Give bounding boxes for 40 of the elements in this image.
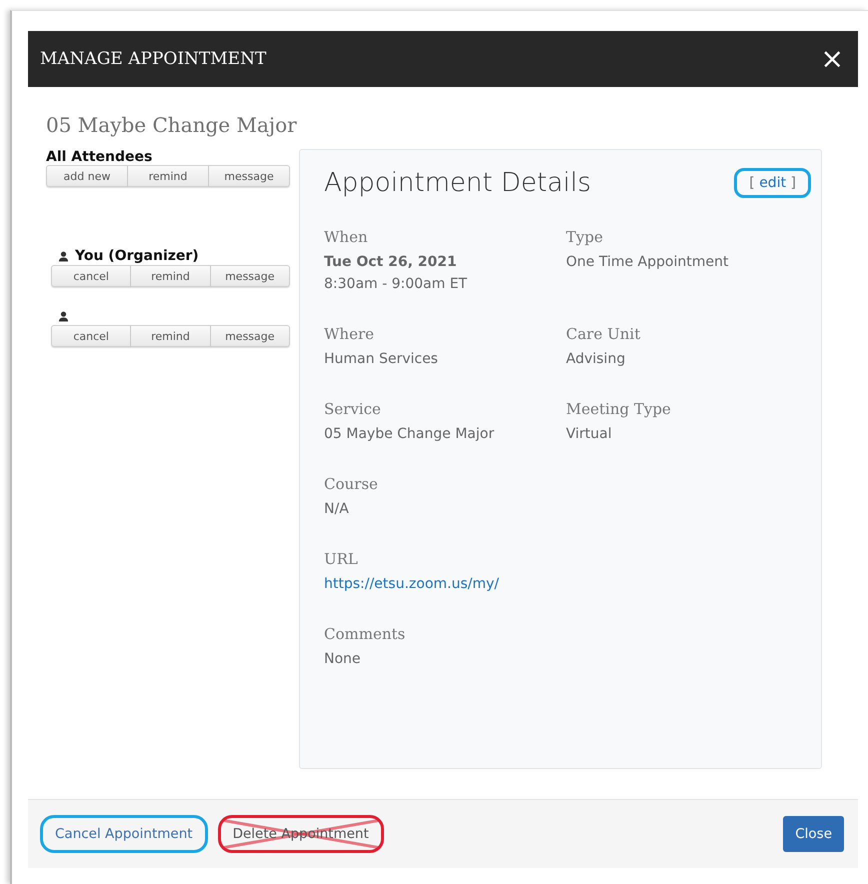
field-label: Service bbox=[324, 400, 382, 418]
field-value: N/A bbox=[324, 500, 350, 519]
attendee-action-button[interactable]: message bbox=[209, 165, 290, 187]
url-link[interactable]: https://etsu.zoom.us/my/ bbox=[324, 573, 566, 595]
edit-link[interactable]: edit bbox=[759, 175, 786, 191]
attendee-name: You (Organizer) bbox=[75, 248, 199, 264]
field-value: Tue Oct 26, 2021 bbox=[324, 253, 458, 272]
field-label: Where bbox=[324, 325, 376, 343]
field-value: Advising bbox=[566, 350, 626, 369]
close-button[interactable]: Close bbox=[783, 816, 844, 852]
attendee-action-button[interactable]: message bbox=[210, 325, 290, 347]
attendee-action-button[interactable]: cancel bbox=[51, 325, 132, 347]
appointment-title: 05 Maybe Change Major bbox=[46, 113, 298, 137]
person-icon bbox=[58, 310, 69, 322]
attendee-action-button[interactable]: remind bbox=[128, 165, 209, 187]
attendee-action-button[interactable]: cancel bbox=[51, 265, 132, 287]
field-label: Course bbox=[324, 475, 379, 493]
field-value: Human Services bbox=[324, 350, 439, 369]
field-label: Care Unit bbox=[566, 325, 642, 343]
field-value: None bbox=[324, 650, 362, 669]
attendee-action-button[interactable]: remind bbox=[131, 265, 211, 287]
field-label: URL bbox=[324, 550, 359, 568]
bracket: ] bbox=[790, 175, 796, 191]
field-label: Type bbox=[566, 228, 604, 246]
dialog-title: MANAGE APPOINTMENT bbox=[40, 49, 266, 69]
field-value: 8:30am - 9:00am ET bbox=[324, 275, 468, 294]
attendee-action-button[interactable]: remind bbox=[131, 325, 211, 347]
bracket: [ bbox=[749, 175, 755, 191]
field-value: One Time Appointment bbox=[566, 253, 730, 272]
field-label: When bbox=[324, 228, 369, 246]
attendee-action-button[interactable]: add new bbox=[46, 165, 128, 187]
attendee-action-button[interactable]: message bbox=[210, 265, 290, 287]
attendees-heading: All Attendees bbox=[46, 149, 154, 165]
field-value: Virtual bbox=[566, 425, 613, 444]
field-label: Meeting Type bbox=[566, 400, 672, 418]
field-label: Comments bbox=[324, 625, 406, 643]
footer-button[interactable]: Cancel Appointment bbox=[40, 815, 208, 853]
details-title: Appointment Details bbox=[324, 168, 591, 198]
person-icon bbox=[58, 250, 69, 262]
field-value: 05 Maybe Change Major bbox=[324, 425, 496, 444]
